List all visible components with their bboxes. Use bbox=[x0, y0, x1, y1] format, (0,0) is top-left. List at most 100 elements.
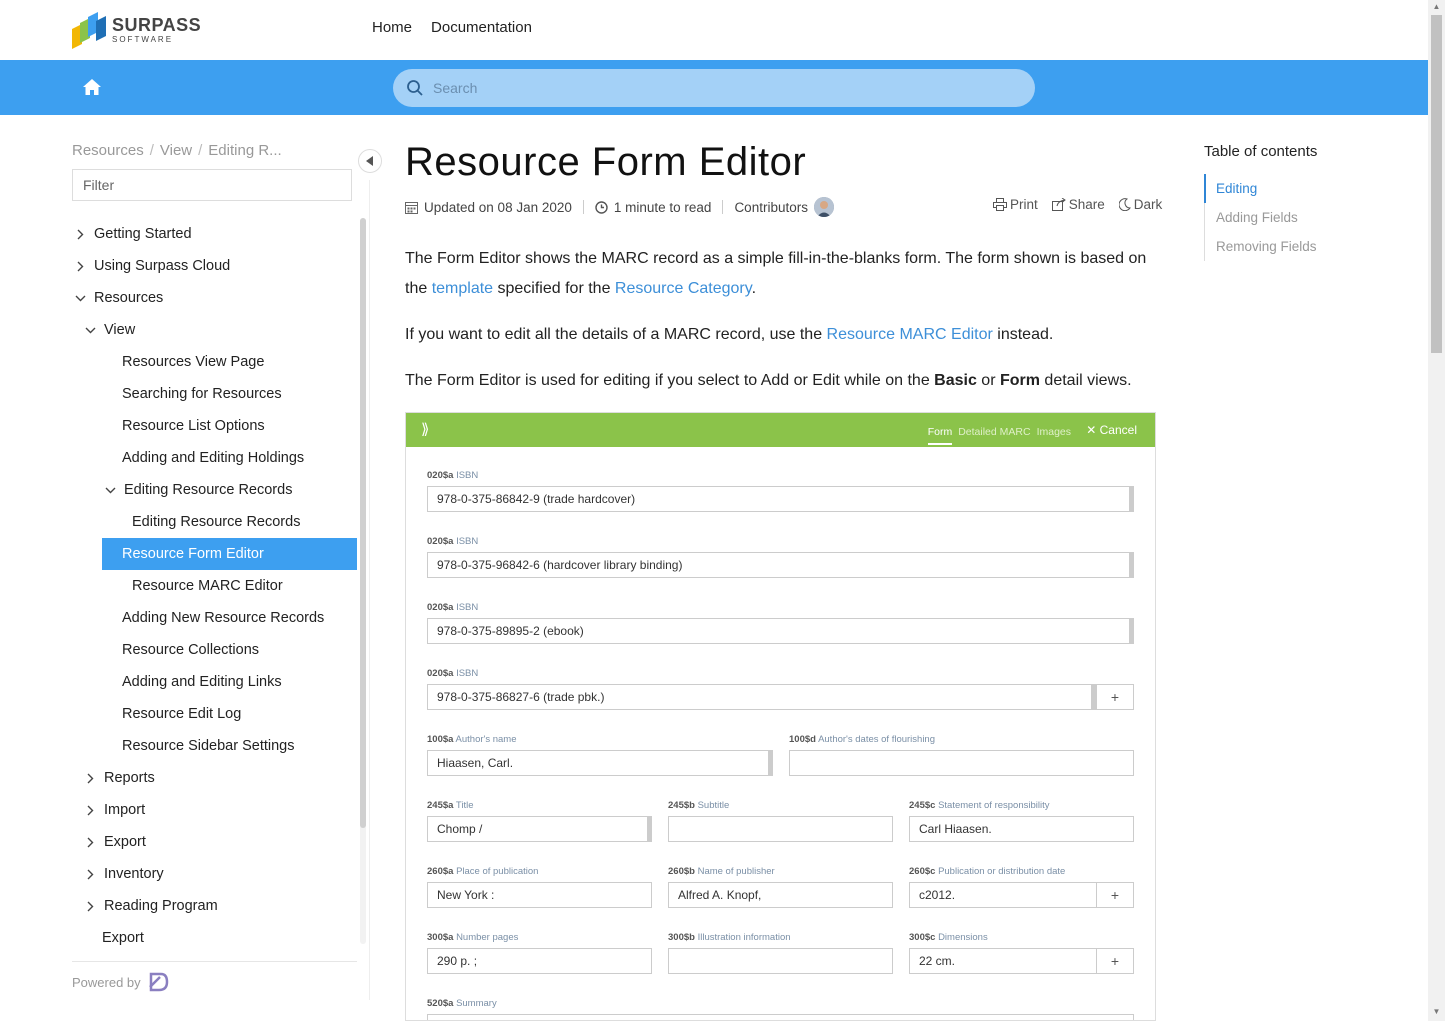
sidebar-item-label: Resource List Options bbox=[122, 418, 265, 434]
surpass-logo[interactable]: SURPASS SOFTWARE bbox=[72, 10, 201, 50]
toc-item-adding-fields[interactable]: Adding Fields bbox=[1205, 203, 1317, 232]
scroll-up-arrow-icon[interactable]: ▲ bbox=[1431, 2, 1442, 14]
collapse-sidebar-button[interactable] bbox=[358, 149, 382, 173]
chevron-right-icon[interactable] bbox=[84, 900, 96, 912]
share-label: Share bbox=[1068, 197, 1105, 212]
marc-editor-paragraph: If you want to edit all the details of a… bbox=[405, 320, 1165, 350]
chevron-right-icon[interactable] bbox=[84, 868, 96, 880]
search-icon bbox=[407, 80, 423, 96]
dark-mode-button[interactable]: Dark bbox=[1118, 197, 1162, 212]
field-label: 020$a ISBN bbox=[427, 602, 478, 613]
breadcrumb: Resources / View / Editing R... bbox=[72, 142, 282, 159]
article-actions: Print Share Dark bbox=[993, 197, 1162, 212]
sidebar-item-label: View bbox=[104, 322, 136, 338]
intro-text: . bbox=[751, 280, 757, 297]
updated-date: Updated on 08 Jan 2020 bbox=[424, 199, 572, 215]
isbn-field: 978-0-375-96842-6 (hardcover library bin… bbox=[427, 552, 1134, 578]
template-link[interactable]: template bbox=[432, 280, 493, 297]
nav-home-link[interactable]: Home bbox=[372, 19, 412, 36]
sidebar-item[interactable]: Export bbox=[72, 826, 357, 858]
scroll-down-arrow-icon[interactable]: ▼ bbox=[1431, 1007, 1442, 1019]
toc-item-editing[interactable]: Editing bbox=[1204, 174, 1317, 203]
sidebar-item[interactable]: Resource Sidebar Settings bbox=[72, 730, 357, 762]
toc-item-removing-fields[interactable]: Removing Fields bbox=[1205, 232, 1317, 261]
chevron-right-icon[interactable] bbox=[84, 836, 96, 848]
field-name: Author's dates of flourishing bbox=[818, 734, 935, 745]
share-button[interactable]: Share bbox=[1051, 197, 1105, 212]
usage-paragraph: The Form Editor is used for editing if y… bbox=[405, 366, 1165, 396]
search-input[interactable] bbox=[433, 80, 993, 96]
illustration-field bbox=[668, 948, 893, 974]
sidebar-item[interactable]: Resources bbox=[72, 282, 357, 314]
field-label: 260$c Publication or distribution date bbox=[909, 866, 1065, 877]
chevron-right-icon[interactable] bbox=[74, 260, 86, 272]
home-icon[interactable] bbox=[82, 77, 102, 97]
contributor-avatar[interactable] bbox=[813, 197, 834, 217]
resource-category-link[interactable]: Resource Category bbox=[615, 280, 752, 297]
add-field-plus-icon: + bbox=[1096, 684, 1134, 710]
paragraph-text: detail views. bbox=[1039, 372, 1132, 389]
sidebar-item-label: Export bbox=[102, 930, 144, 946]
sidebar-item[interactable]: Export bbox=[72, 922, 357, 954]
sidebar-item-label: Adding New Resource Records bbox=[122, 610, 325, 626]
sidebar-item[interactable]: Import bbox=[72, 794, 357, 826]
breadcrumb-editing[interactable]: Editing R... bbox=[208, 142, 281, 159]
sidebar-item[interactable]: Reports bbox=[72, 762, 357, 794]
sidebar-item[interactable]: Getting Started bbox=[72, 218, 357, 250]
sidebar-item-label: Searching for Resources bbox=[122, 386, 282, 402]
intro-paragraph: The Form Editor shows the MARC record as… bbox=[405, 244, 1165, 304]
field-tag: 020$a bbox=[427, 536, 454, 547]
sidebar-item[interactable]: Resources View Page bbox=[72, 346, 357, 378]
print-button[interactable]: Print bbox=[993, 197, 1038, 212]
sidebar-item[interactable]: Resource List Options bbox=[72, 410, 357, 442]
field-name: Number pages bbox=[456, 932, 519, 943]
sidebar-item[interactable]: Resource MARC Editor bbox=[72, 570, 357, 602]
chevron-right-icon[interactable] bbox=[84, 804, 96, 816]
chevron-down-icon[interactable] bbox=[74, 292, 86, 304]
field-tag: 245$c bbox=[909, 800, 936, 811]
filter-input[interactable] bbox=[72, 169, 352, 201]
dimensions-field: 22 cm. bbox=[909, 948, 1097, 974]
sidebar-item-label: Using Surpass Cloud bbox=[94, 258, 231, 274]
intro-text: specified for the bbox=[493, 280, 615, 297]
sidebar-scrollbar[interactable] bbox=[360, 218, 366, 828]
sidebar-item-label: Import bbox=[104, 802, 146, 818]
field-label: 100$a Author's name bbox=[427, 734, 517, 745]
nav-documentation-link[interactable]: Documentation bbox=[431, 19, 532, 36]
sidebar-item[interactable]: Editing Resource Records bbox=[72, 506, 357, 538]
sidebar-item[interactable]: Adding and Editing Holdings bbox=[72, 442, 357, 474]
field-name: Name of publisher bbox=[697, 866, 775, 877]
sidebar-item-label: Editing Resource Records bbox=[124, 482, 293, 498]
sidebar-item[interactable]: Inventory bbox=[72, 858, 357, 890]
field-name: Illustration information bbox=[697, 932, 791, 943]
field-label: 300$b Illustration information bbox=[668, 932, 791, 943]
search-box[interactable] bbox=[393, 69, 1035, 107]
sidebar-item[interactable]: Adding and Editing Links bbox=[72, 666, 357, 698]
chevron-down-icon[interactable] bbox=[104, 484, 116, 496]
field-name: ISBN bbox=[456, 470, 479, 481]
sidebar-item[interactable]: Reading Program bbox=[72, 890, 357, 922]
cancel-text: Cancel bbox=[1099, 423, 1137, 437]
sidebar-item[interactable]: Searching for Resources bbox=[72, 378, 357, 410]
page-title: Resource Form Editor bbox=[405, 140, 807, 184]
document360-logo-icon[interactable] bbox=[147, 971, 169, 993]
sidebar-item[interactable]: Resource Collections bbox=[72, 634, 357, 666]
sidebar-item[interactable]: Resource Edit Log bbox=[72, 698, 357, 730]
breadcrumb-resources[interactable]: Resources bbox=[72, 142, 144, 159]
sidebar-item[interactable]: Using Surpass Cloud bbox=[72, 250, 357, 282]
field-name: Publication or distribution date bbox=[938, 866, 1066, 877]
sidebar-item[interactable]: Resource Form Editor bbox=[102, 538, 357, 570]
sidebar-item[interactable]: Editing Resource Records bbox=[72, 474, 357, 506]
sidebar-item-label: Resource Form Editor bbox=[122, 546, 264, 562]
sidebar-item[interactable]: View bbox=[72, 314, 357, 346]
resource-marc-editor-link[interactable]: Resource MARC Editor bbox=[827, 326, 993, 343]
isbn-field: 978-0-375-86842-9 (trade hardcover) bbox=[427, 486, 1134, 512]
chevron-right-icon[interactable] bbox=[74, 228, 86, 240]
sidebar-item[interactable]: Adding New Resource Records bbox=[72, 602, 357, 634]
form-editor-header: ⟫ Form Detailed MARC Images ✕ Cancel bbox=[406, 413, 1155, 447]
breadcrumb-view[interactable]: View bbox=[160, 142, 192, 159]
chevron-down-icon[interactable] bbox=[84, 324, 96, 336]
page-scrollbar-thumb[interactable] bbox=[1431, 15, 1442, 353]
field-label: 300$a Number pages bbox=[427, 932, 518, 943]
chevron-right-icon[interactable] bbox=[84, 772, 96, 784]
